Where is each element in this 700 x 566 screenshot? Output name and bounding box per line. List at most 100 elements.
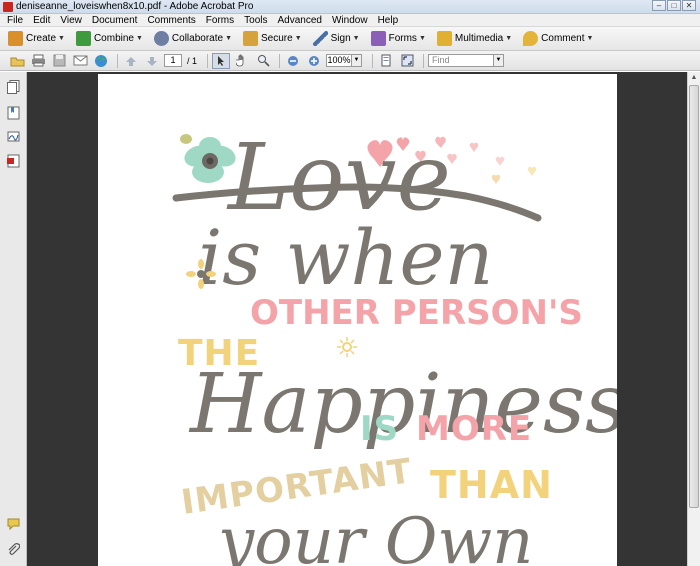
fit-page-button[interactable] (377, 53, 395, 69)
art-line-is-when: is when (198, 213, 494, 302)
art-word-is: IS (360, 409, 400, 449)
art-word-than: THAN (430, 463, 553, 507)
menu-comments[interactable]: Comments (142, 15, 200, 26)
small-flower-illustration (186, 259, 216, 289)
scroll-up-arrow-icon[interactable]: ▲ (688, 72, 700, 84)
arrow-down-icon (147, 56, 157, 66)
art-word-happiness: Happiness (190, 357, 617, 452)
pdf-page: Love is when THE OTHER PERSON'S Happines… (98, 74, 617, 566)
multimedia-button[interactable]: Multimedia ▼ (435, 29, 517, 49)
sign-button[interactable]: Sign ▼ (311, 29, 365, 49)
menu-tools[interactable]: Tools (239, 15, 272, 26)
magnifier-icon (257, 55, 270, 67)
vertical-scrollbar[interactable]: ▲ (687, 72, 700, 566)
zoom-in-icon (309, 55, 320, 66)
maximize-button[interactable]: □ (667, 0, 681, 11)
menu-file[interactable]: File (2, 15, 28, 26)
hand-icon (236, 54, 244, 67)
chevron-down-icon: ▼ (225, 35, 233, 42)
hand-tool-button[interactable] (233, 53, 251, 69)
full-screen-icon (401, 54, 414, 67)
comment-button[interactable]: Comment ▼ (521, 29, 598, 49)
menu-advanced[interactable]: Advanced (273, 15, 327, 26)
menu-edit[interactable]: Edit (28, 15, 55, 26)
fit-page-icon (381, 54, 391, 67)
minimize-button[interactable]: – (652, 0, 666, 11)
page-total: / 1 (187, 55, 198, 66)
combine-label: Combine (93, 33, 134, 44)
comment-label: Comment (541, 33, 585, 44)
save-button[interactable] (50, 53, 68, 69)
create-button[interactable]: Create ▼ (6, 29, 70, 49)
bookmarks-icon[interactable] (7, 106, 20, 120)
chevron-down-icon: ▼ (505, 35, 513, 42)
paperclip-icon[interactable] (7, 542, 20, 556)
pen-icon (312, 31, 328, 46)
select-tool-button[interactable] (212, 52, 231, 69)
navigation-toolbar: 1 / 1 100% ▼ Find ▼ (0, 51, 700, 71)
art-line-love: Love (228, 124, 451, 231)
page-number-input[interactable]: 1 (164, 54, 182, 67)
full-screen-button[interactable] (398, 53, 416, 69)
find-input[interactable]: Find (428, 54, 495, 67)
menu-document[interactable]: Document (87, 15, 143, 26)
cursor-icon (218, 55, 225, 66)
email-button[interactable] (71, 53, 89, 69)
next-page-button[interactable] (143, 53, 161, 69)
menu-forms[interactable]: Forms (201, 15, 239, 26)
previous-page-button[interactable] (122, 53, 140, 69)
zoom-in-button[interactable] (305, 53, 323, 69)
title-bar: deniseanne_loveiswhen8x10.pdf - Adobe Ac… (0, 0, 700, 14)
menu-view[interactable]: View (55, 15, 87, 26)
open-button[interactable] (8, 53, 26, 69)
sun-doodle-illustration (337, 337, 357, 357)
print-button[interactable] (29, 53, 47, 69)
attachments-pane-icon[interactable] (7, 154, 20, 168)
acrobat-app-icon (3, 2, 13, 12)
envelope-icon (73, 55, 87, 66)
chevron-down-icon: ▼ (586, 35, 594, 42)
chevron-down-icon: ▼ (294, 35, 302, 42)
zoom-dropdown[interactable]: ▼ (352, 54, 363, 67)
toolbar-separator (117, 53, 118, 68)
zoom-out-button[interactable] (284, 53, 302, 69)
lock-icon (243, 31, 259, 46)
menu-window[interactable]: Window (327, 15, 373, 26)
menu-help[interactable]: Help (373, 15, 404, 26)
comment-icon (523, 31, 539, 46)
chevron-down-icon: ▼ (418, 35, 426, 42)
toolbar-separator (207, 53, 209, 68)
comments-pane-icon[interactable] (7, 518, 20, 532)
collaborate-button[interactable]: Collaborate ▼ (152, 29, 237, 49)
scrollbar-thumb[interactable] (689, 85, 699, 508)
find-dropdown[interactable]: ▼ (494, 54, 505, 67)
sign-label: Sign (330, 33, 351, 44)
secure-button[interactable]: Secure ▼ (241, 29, 307, 49)
window-controls: – □ ✕ (652, 0, 696, 12)
toolbar-separator (423, 53, 425, 68)
zoom-level-input[interactable]: 100% (326, 54, 353, 67)
close-button[interactable]: ✕ (682, 0, 696, 11)
multimedia-icon (436, 31, 452, 46)
combine-button[interactable]: Combine ▼ (74, 29, 148, 49)
signatures-icon[interactable] (7, 130, 20, 144)
disk-icon (53, 54, 65, 67)
multimedia-label: Multimedia (454, 33, 504, 44)
collaborate-label: Collaborate (171, 33, 224, 44)
art-words-other-persons: OTHER PERSON'S (250, 293, 583, 333)
zoom-tool-button[interactable] (254, 53, 272, 69)
collaborate-icon (153, 31, 169, 46)
create-pdf-icon (8, 31, 23, 46)
arrow-up-icon (126, 56, 136, 66)
printer-icon (31, 54, 45, 67)
forms-button[interactable]: Forms ▼ (369, 29, 431, 49)
window-title: deniseanne_loveiswhen8x10.pdf - Adobe Ac… (16, 1, 254, 12)
document-view[interactable]: Love is when THE OTHER PERSON'S Happines… (27, 72, 687, 566)
navigation-pane (0, 72, 27, 566)
zoom-out-icon (288, 55, 299, 66)
web-button[interactable] (92, 53, 110, 69)
forms-icon (370, 31, 386, 46)
pages-icon[interactable] (7, 80, 20, 94)
art-words-your-own: your Own (218, 505, 534, 566)
toolbar-separator (372, 53, 374, 68)
